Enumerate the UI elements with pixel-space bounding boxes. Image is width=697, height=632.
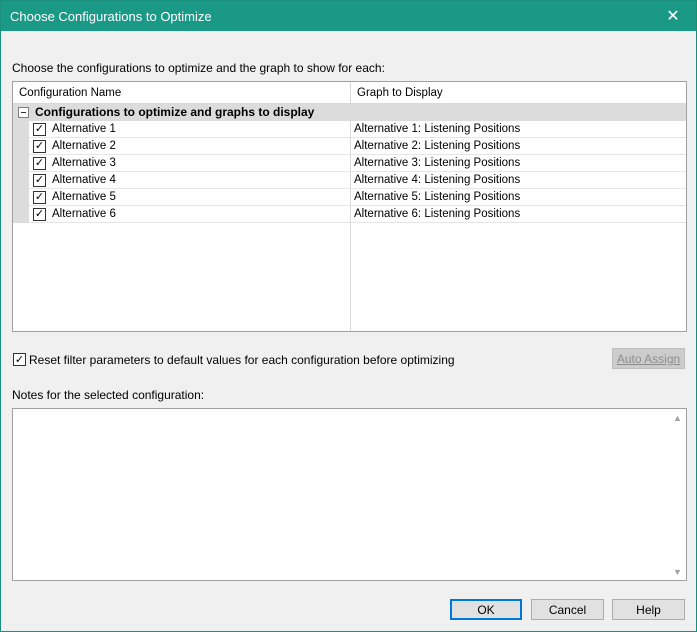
table-row[interactable]: ✓ Alternative 2 Alternative 2: Listening… — [29, 138, 686, 155]
title-bar[interactable]: Choose Configurations to Optimize ✕ — [1, 1, 696, 31]
window-title: Choose Configurations to Optimize — [10, 9, 212, 24]
column-header-configuration-name[interactable]: Configuration Name — [13, 82, 121, 104]
instructions-label: Choose the configurations to optimize an… — [12, 61, 385, 75]
close-icon[interactable]: ✕ — [650, 1, 696, 31]
group-indent-gutter — [13, 121, 29, 223]
auto-assign-button[interactable]: Auto Assign — [612, 348, 685, 369]
graph-to-display[interactable]: Alternative 1: Listening Positions — [354, 122, 520, 137]
group-row[interactable]: Configurations to optimize and graphs to… — [13, 104, 686, 121]
row-checkbox[interactable]: ✓ — [33, 174, 46, 187]
table-row[interactable]: ✓ Alternative 4 Alternative 4: Listening… — [29, 172, 686, 189]
row-checkbox[interactable]: ✓ — [33, 140, 46, 153]
table-row[interactable]: ✓ Alternative 6 Alternative 6: Listening… — [29, 206, 686, 223]
configuration-name: Alternative 6 — [52, 208, 116, 220]
help-button[interactable]: Help — [612, 599, 685, 620]
row-checkbox[interactable]: ✓ — [33, 191, 46, 204]
cancel-button[interactable]: Cancel — [531, 599, 604, 620]
graph-to-display[interactable]: Alternative 6: Listening Positions — [354, 207, 520, 222]
column-header-graph-to-display[interactable]: Graph to Display — [351, 82, 443, 104]
graph-to-display[interactable]: Alternative 2: Listening Positions — [354, 139, 520, 154]
scroll-down-icon[interactable]: ▼ — [669, 563, 686, 580]
collapse-icon[interactable] — [18, 107, 29, 118]
reset-filter-checkbox[interactable]: ✓ — [13, 353, 26, 366]
notes-scrollbar[interactable]: ▲ ▼ — [669, 409, 686, 580]
ok-button[interactable]: OK — [450, 599, 522, 620]
configuration-name: Alternative 2 — [52, 140, 116, 152]
row-checkbox[interactable]: ✓ — [33, 123, 46, 136]
configuration-name: Alternative 5 — [52, 191, 116, 203]
table-row[interactable]: ✓ Alternative 3 Alternative 3: Listening… — [29, 155, 686, 172]
scroll-up-icon[interactable]: ▲ — [669, 409, 686, 426]
configurations-grid[interactable]: Configuration Name Graph to Display Conf… — [12, 81, 687, 332]
notes-label: Notes for the selected configuration: — [12, 388, 205, 402]
notes-textarea[interactable]: ▲ ▼ — [12, 408, 687, 581]
reset-filter-label[interactable]: Reset filter parameters to default value… — [29, 352, 455, 368]
dialog-window: Choose Configurations to Optimize ✕ Choo… — [0, 0, 697, 632]
configuration-name: Alternative 4 — [52, 174, 116, 186]
table-row[interactable]: ✓ Alternative 5 Alternative 5: Listening… — [29, 189, 686, 206]
group-title: Configurations to optimize and graphs to… — [35, 105, 315, 119]
configuration-name: Alternative 1 — [52, 123, 116, 135]
graph-to-display[interactable]: Alternative 3: Listening Positions — [354, 156, 520, 171]
row-checkbox[interactable]: ✓ — [33, 157, 46, 170]
configuration-name: Alternative 3 — [52, 157, 116, 169]
graph-to-display[interactable]: Alternative 5: Listening Positions — [354, 190, 520, 205]
table-row[interactable]: ✓ Alternative 1 Alternative 1: Listening… — [29, 121, 686, 138]
graph-to-display[interactable]: Alternative 4: Listening Positions — [354, 173, 520, 188]
row-checkbox[interactable]: ✓ — [33, 208, 46, 221]
